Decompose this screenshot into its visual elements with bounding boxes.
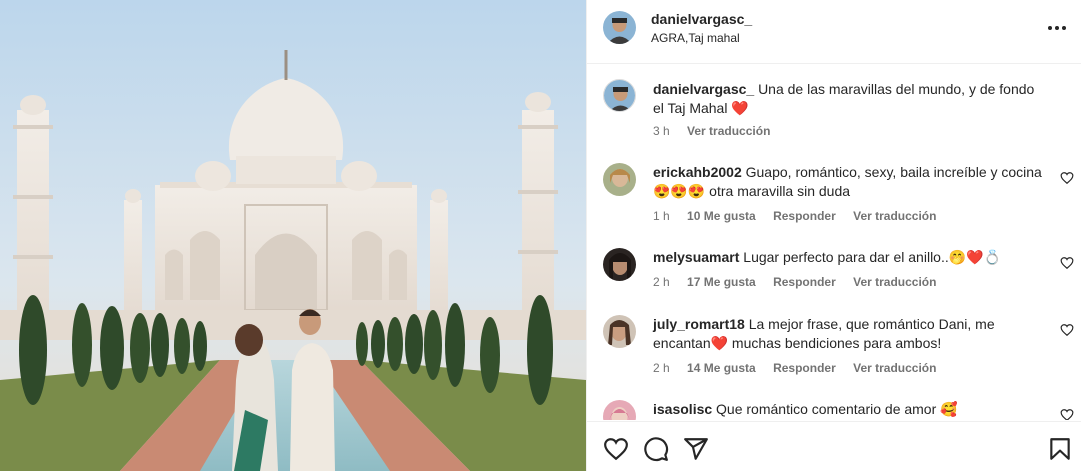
comment-text-block: melysuamart Lugar perfecto para dar el a…: [653, 248, 1043, 267]
translate-link[interactable]: Ver traducción: [687, 124, 770, 138]
taj-mahal-image: [0, 0, 586, 471]
avatar[interactable]: [603, 248, 636, 281]
caption-time[interactable]: 3 h: [653, 124, 670, 138]
profile-picture: [603, 400, 636, 420]
share-icon[interactable]: [683, 436, 709, 462]
avatar[interactable]: [603, 400, 636, 420]
post-sidebar: danielvargasc_ AGRA,Taj mahal danielvarg…: [586, 0, 1081, 471]
comment-username[interactable]: isasolisc: [653, 401, 712, 417]
comment-time[interactable]: 1 h: [653, 209, 670, 223]
heart-icon[interactable]: [1060, 256, 1074, 270]
comment-likes[interactable]: 17 Me gusta: [687, 275, 756, 289]
profile-picture: [603, 11, 636, 44]
avatar[interactable]: [603, 79, 636, 112]
heart-icon[interactable]: [1060, 323, 1074, 337]
profile-picture: [603, 315, 636, 348]
heart-icon[interactable]: [603, 436, 629, 462]
comment-meta: 1 h 10 Me gusta Responder Ver traducción: [653, 209, 950, 223]
bookmark-icon[interactable]: [1047, 436, 1073, 462]
reply-button[interactable]: Responder: [773, 209, 836, 223]
heart-icon[interactable]: [1060, 408, 1074, 420]
reply-button[interactable]: Responder: [773, 275, 836, 289]
comment-username[interactable]: erickahb2002: [653, 164, 742, 180]
profile-picture: [603, 248, 636, 281]
instagram-post-view: danielvargasc_ AGRA,Taj mahal danielvarg…: [0, 0, 1081, 471]
post-photo[interactable]: [0, 0, 586, 471]
caption-text-block: danielvargasc_ Una de las maravillas del…: [653, 80, 1043, 118]
translate-link[interactable]: Ver traducción: [853, 361, 936, 375]
avatar[interactable]: [603, 315, 636, 348]
comment-likes[interactable]: 14 Me gusta: [687, 361, 756, 375]
comment-text: Que romántico comentario de amor 🥰: [716, 401, 958, 417]
profile-picture: [603, 163, 636, 196]
avatar[interactable]: [603, 11, 636, 44]
translate-link[interactable]: Ver traducción: [853, 275, 936, 289]
heart-icon[interactable]: [1060, 171, 1074, 185]
comment-icon[interactable]: [643, 436, 669, 462]
profile-picture: [604, 80, 635, 111]
reply-button[interactable]: Responder: [773, 361, 836, 375]
comment-text-block: erickahb2002 Guapo, romántico, sexy, bai…: [653, 163, 1043, 201]
post-location[interactable]: AGRA,Taj mahal: [651, 31, 740, 45]
comment-username[interactable]: july_romart18: [653, 316, 745, 332]
comment-text: Lugar perfecto para dar el anillo..🤭❤️💍: [743, 249, 1002, 265]
caption-meta: 3 h Ver traducción: [653, 124, 784, 138]
comment-time[interactable]: 2 h: [653, 275, 670, 289]
comment-meta: 2 h 14 Me gusta Responder Ver traducción: [653, 361, 950, 375]
comment-likes[interactable]: 10 Me gusta: [687, 209, 756, 223]
comment-meta: 2 h 17 Me gusta Responder Ver traducción: [653, 275, 950, 289]
post-header: danielvargasc_ AGRA,Taj mahal: [587, 0, 1081, 64]
translate-link[interactable]: Ver traducción: [853, 209, 936, 223]
comment-time[interactable]: 2 h: [653, 361, 670, 375]
comment-username[interactable]: melysuamart: [653, 249, 739, 265]
more-options-icon[interactable]: [1046, 20, 1068, 36]
caption-username[interactable]: danielvargasc_: [653, 81, 754, 97]
action-bar: [587, 421, 1081, 471]
comment-text-block: july_romart18 La mejor frase, que románt…: [653, 315, 1043, 353]
comments-list[interactable]: danielvargasc_ Una de las maravillas del…: [587, 64, 1081, 420]
post-username[interactable]: danielvargasc_: [651, 11, 752, 27]
comment-text-block: isasolisc Que romántico comentario de am…: [653, 400, 1043, 419]
avatar[interactable]: [603, 163, 636, 196]
